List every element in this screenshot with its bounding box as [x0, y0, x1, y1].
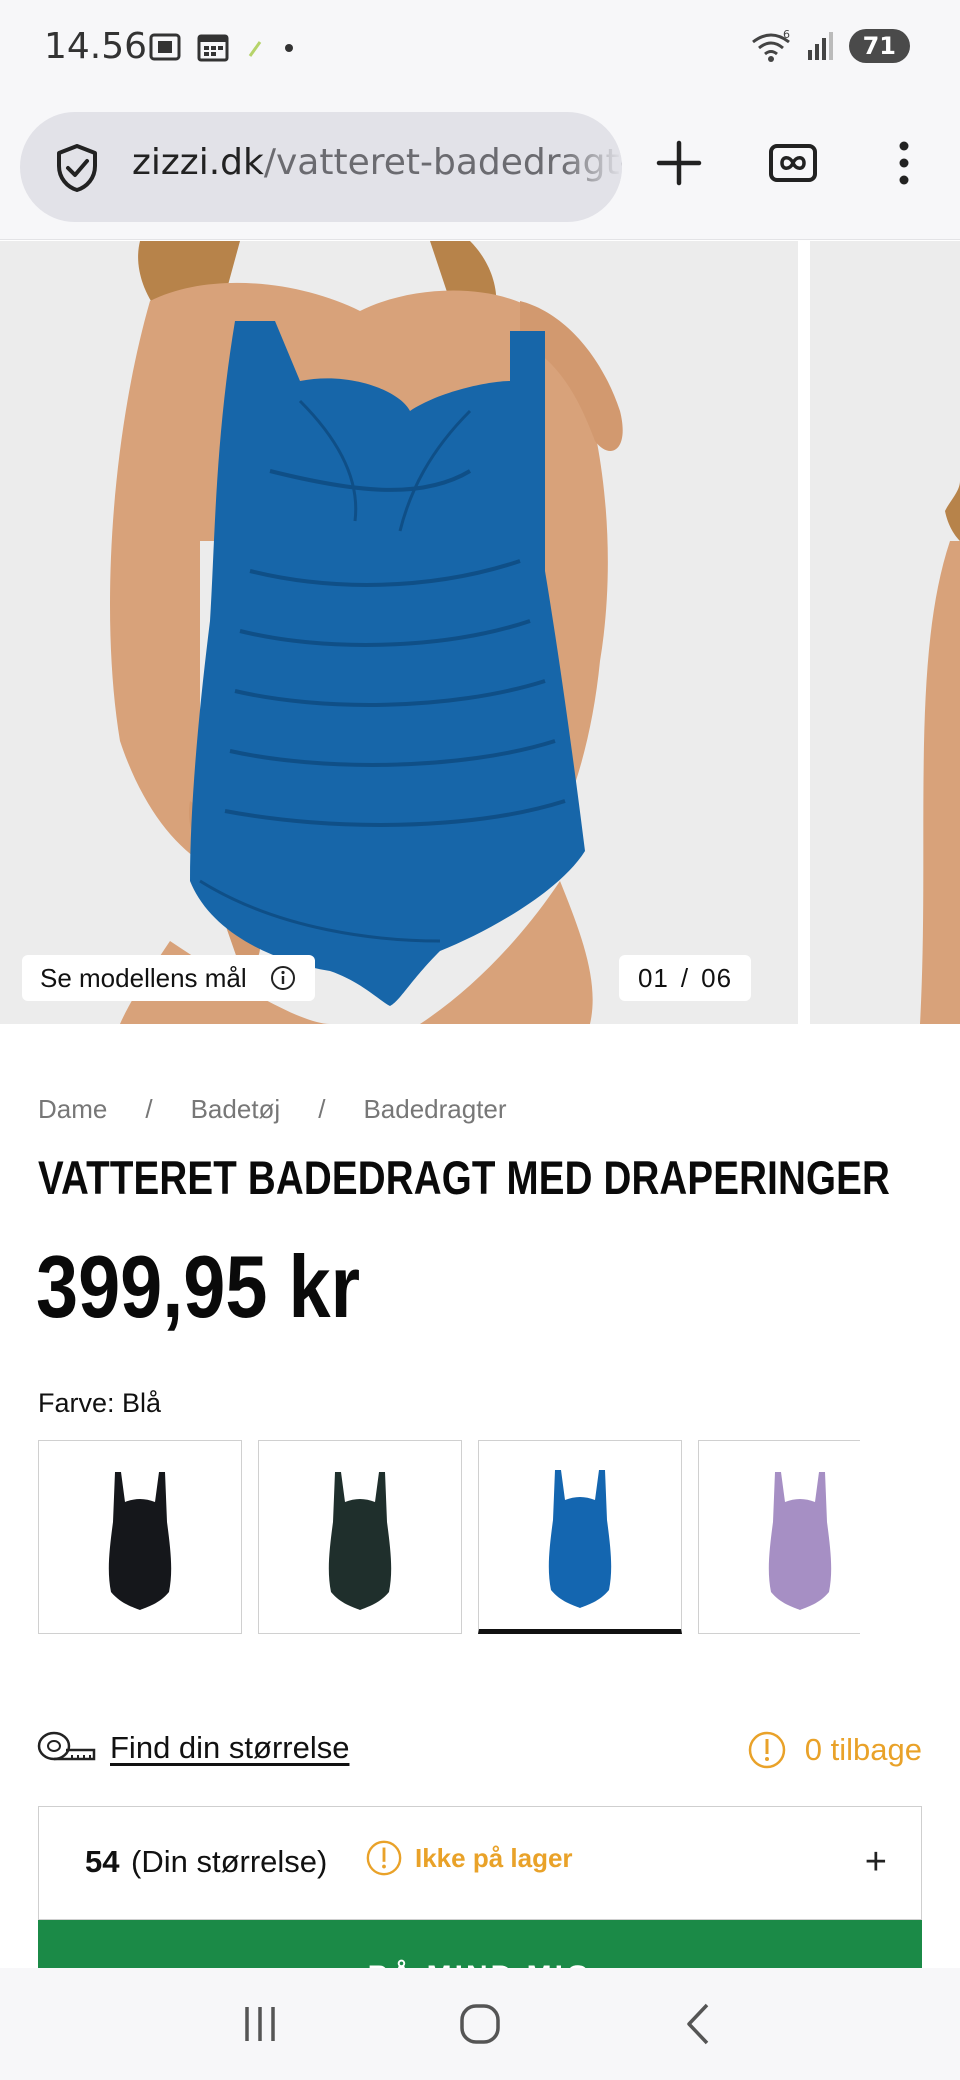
swimsuit-thumbnail: [328, 1472, 392, 1610]
swimsuit-thumbnail: [548, 1470, 612, 1608]
color-label: Farve: Blå: [38, 1388, 162, 1418]
swatch-blue[interactable]: [478, 1440, 682, 1634]
size-selector[interactable]: 54 (Din størrelse) Ikke på lager +: [38, 1806, 922, 1920]
address-bar[interactable]: zizzi.dk/vatteret-badedragt-med-draperin…: [20, 112, 622, 222]
warning-icon: [748, 1731, 786, 1769]
recent-apps-icon[interactable]: [237, 2001, 283, 2047]
breadcrumb-separator: /: [318, 1094, 326, 1124]
url-domain: zizzi.dk: [132, 142, 264, 183]
info-icon: [270, 966, 295, 990]
tabs-infinity-icon[interactable]: [768, 138, 818, 188]
swimsuit-thumbnail: [768, 1472, 832, 1610]
next-photo-preview: [810, 241, 960, 1024]
breadcrumb-item-badedragter[interactable]: Badedragter: [363, 1094, 506, 1125]
measuring-tape-icon: [37, 1731, 96, 1761]
swatch-lavender[interactable]: [698, 1440, 860, 1634]
url-text[interactable]: zizzi.dk/vatteret-badedragt-med-draperin…: [132, 142, 622, 183]
screenshot-icon: [149, 33, 181, 61]
swimsuit-model-photo: [0, 241, 798, 1024]
selected-size: 54: [85, 1844, 120, 1879]
swatch-black[interactable]: [38, 1440, 242, 1634]
size-stock-label: Ikke på lager: [415, 1842, 573, 1873]
expand-icon[interactable]: +: [865, 1841, 887, 1884]
breadcrumb-separator: /: [145, 1094, 153, 1124]
size-stock-status: Ikke på lager: [365, 1839, 573, 1877]
find-size-label[interactable]: Find din størrelse: [110, 1730, 349, 1766]
status-bar: 14.56 6 71: [0, 0, 960, 100]
shield-check-icon[interactable]: [52, 142, 102, 194]
dot-icon: [285, 44, 293, 52]
swatch-dark-green[interactable]: [258, 1440, 462, 1634]
product-photo-next[interactable]: [810, 241, 960, 1024]
breadcrumb-item-dame[interactable]: Dame: [38, 1094, 107, 1125]
calendar-icon: [197, 34, 229, 62]
status-notification-icons: [148, 30, 296, 64]
stock-status: 0 tilbage: [747, 1730, 922, 1770]
battery-indicator: 71: [848, 29, 910, 63]
status-time: 14.56: [44, 26, 148, 67]
gallery-counter-current: 01: [637, 962, 669, 993]
product-title: VATTERET BADEDRAGT MED DRAPERINGER: [38, 1151, 891, 1204]
home-icon[interactable]: [457, 2001, 503, 2047]
product-photo-main[interactable]: [0, 241, 798, 1024]
model-measurements-label: Se modellens mål: [40, 962, 247, 993]
more-menu-icon[interactable]: [884, 138, 924, 188]
breadcrumb: Dame / Badetøj / Badedragter: [38, 1094, 507, 1125]
gallery-counter-separator: /: [680, 962, 690, 993]
wifi-icon: 6: [751, 28, 790, 62]
signal-icon: [807, 32, 833, 60]
browser-toolbar: zizzi.dk/vatteret-badedragt-med-draperin…: [0, 100, 960, 240]
product-image-gallery[interactable]: Se modellens mål 01 / 06: [0, 241, 960, 1024]
warning-icon: [366, 1840, 402, 1876]
gallery-counter-total: 06: [701, 962, 733, 993]
color-swatches: [38, 1440, 860, 1636]
breadcrumb-item-badetoej[interactable]: Badetøj: [191, 1094, 281, 1125]
product-price: 399,95 kr: [36, 1237, 361, 1336]
swimsuit-thumbnail: [108, 1472, 172, 1610]
find-size-link[interactable]: Find din størrelse: [36, 1728, 349, 1768]
back-icon[interactable]: [677, 2001, 723, 2047]
gallery-counter: 01 / 06: [619, 955, 751, 1001]
selected-size-hint: (Din størrelse): [131, 1844, 328, 1879]
leaf-icon: [248, 41, 262, 57]
stock-left-label: 0 tilbage: [804, 1732, 922, 1767]
url-fade: [562, 112, 622, 222]
status-system-icons: 6 71: [749, 28, 910, 64]
model-measurements-button[interactable]: Se modellens mål: [22, 955, 315, 1001]
system-navigation-bar: [0, 1968, 960, 2080]
svg-text:6: 6: [783, 28, 790, 41]
new-tab-icon[interactable]: [654, 138, 704, 188]
